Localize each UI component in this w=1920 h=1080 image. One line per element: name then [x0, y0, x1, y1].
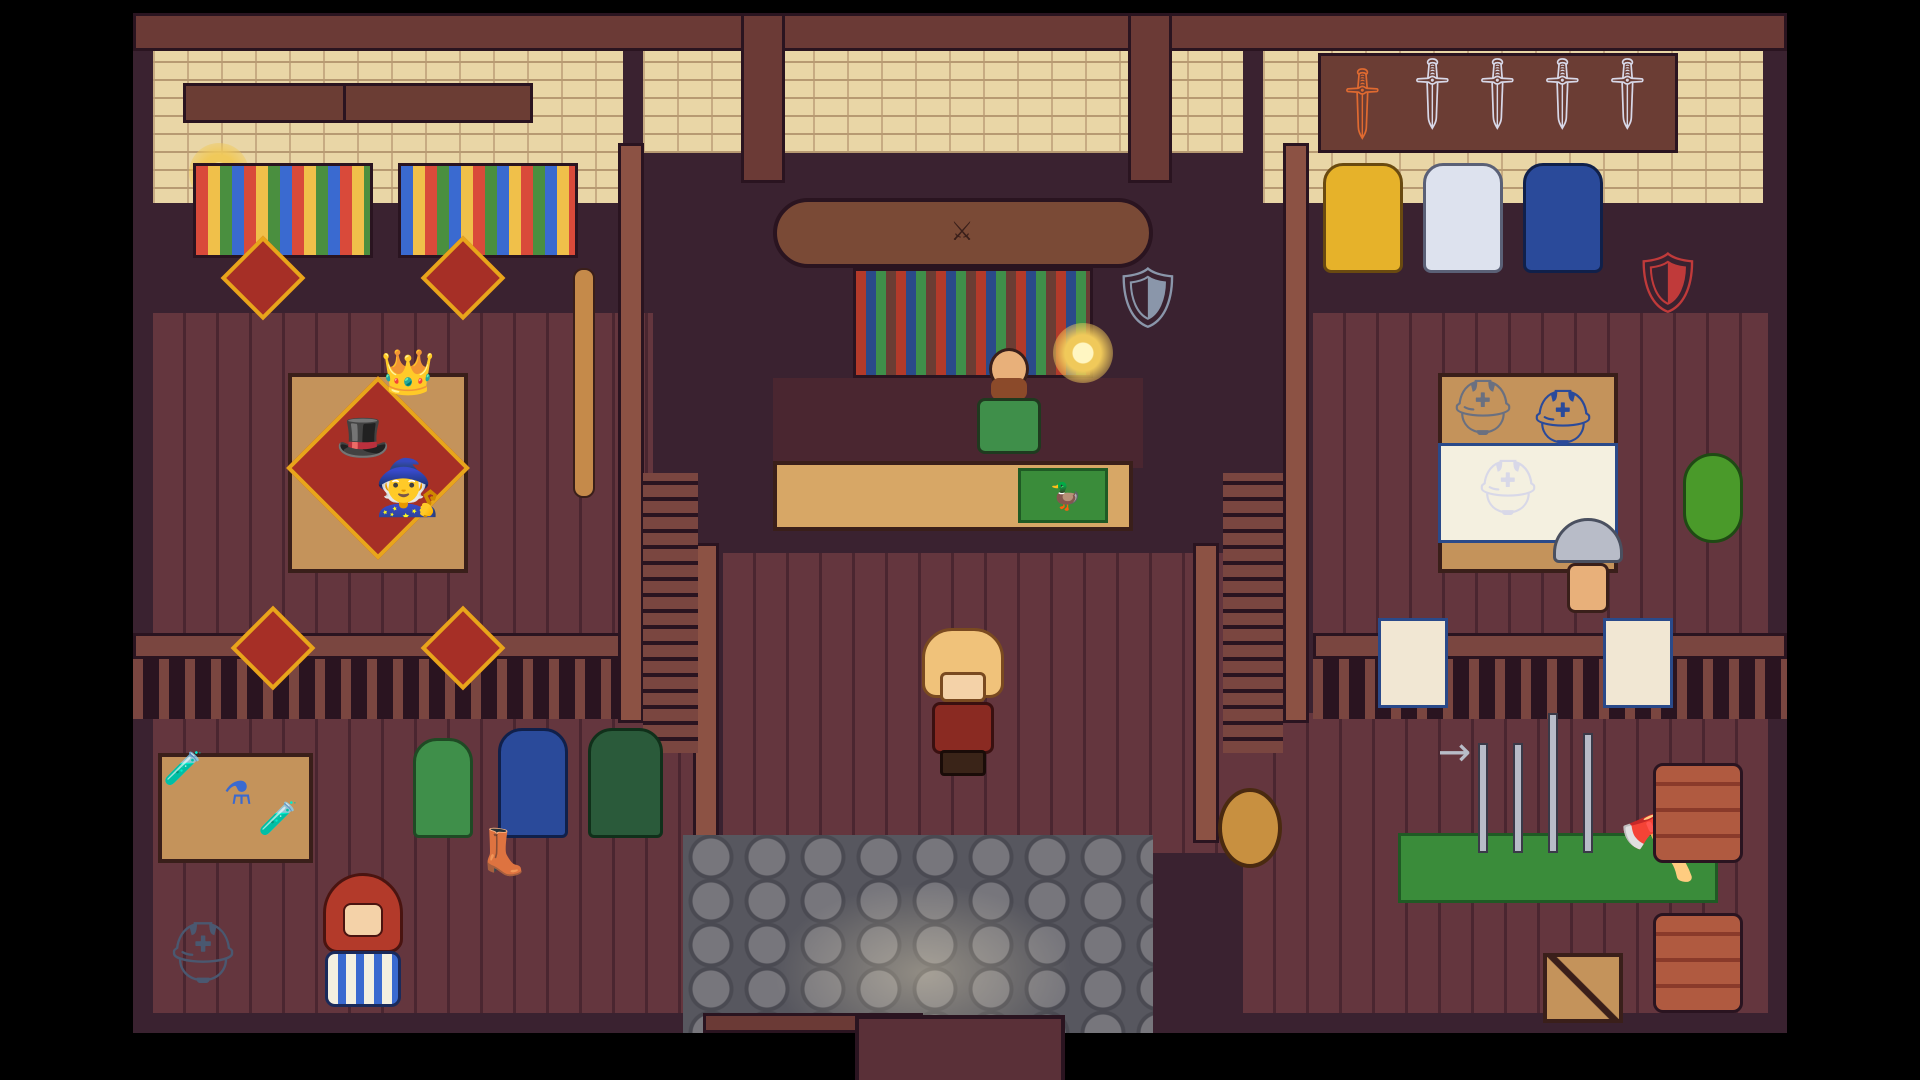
cloak-icon[interactable]	[413, 738, 473, 838]
barrel	[1653, 913, 1743, 1013]
helmet-icon[interactable]: ⛑	[1473, 453, 1543, 523]
potion-icon[interactable]: ⚗	[218, 773, 258, 813]
hooded-face	[343, 903, 383, 937]
kid-body	[1567, 563, 1609, 613]
shopkeeper-beard	[991, 378, 1027, 400]
kid-helmet	[1553, 518, 1623, 563]
player-legs	[940, 750, 986, 776]
stair-post-right-bottom	[1193, 543, 1219, 843]
top-beam	[133, 13, 1787, 51]
helmet-icon: ⛑	[164, 918, 242, 988]
hooded-npc[interactable]	[313, 873, 413, 1013]
hat-icon[interactable]: 👑	[378, 343, 438, 403]
sword-icon[interactable]	[1583, 733, 1593, 853]
lamp-icon	[1053, 323, 1113, 383]
shop-sign: ⚔	[773, 198, 1153, 268]
pillar-right	[1128, 13, 1172, 183]
armor-icon[interactable]	[1323, 163, 1403, 273]
round-shield[interactable]	[1218, 788, 1282, 868]
helmet-icon[interactable]: ⛑	[1528, 383, 1598, 453]
player-character[interactable]	[918, 628, 1008, 778]
helmet-icon[interactable]: ⛑	[1448, 373, 1518, 443]
pillar-left	[741, 13, 785, 183]
wooden-mannequin	[573, 268, 595, 498]
player-body	[932, 702, 994, 754]
crate-icon[interactable]	[1543, 953, 1623, 1023]
bottle-rack-right[interactable]	[398, 163, 578, 258]
armor-icon[interactable]	[1423, 163, 1503, 273]
boots-icon[interactable]: 👢	[473, 823, 533, 883]
stair-post-left-top	[618, 143, 644, 723]
sword-icon[interactable]	[1548, 713, 1558, 853]
potion-icon[interactable]: 🧪	[163, 748, 203, 788]
entrance-light	[773, 883, 1073, 1033]
shopkeeper-robe	[977, 398, 1041, 454]
sword-icon[interactable]	[1513, 743, 1523, 853]
bottle-rack-left[interactable]	[193, 163, 373, 258]
hooded-body	[325, 951, 401, 1007]
stairs-right	[1223, 473, 1283, 753]
sword-icon[interactable]	[1478, 743, 1488, 853]
stair-post-right-top	[1283, 143, 1309, 723]
doorway-step[interactable]	[855, 1015, 1065, 1080]
left-railing	[133, 633, 653, 659]
weapon-banner-right	[1603, 618, 1673, 708]
helmet-kid-npc[interactable]	[1553, 518, 1623, 618]
cloak-icon[interactable]	[498, 728, 568, 838]
shop-scene: ⚔ 🦆 🎩 🧙 👑 🗡 🗡 🗡 🗡 🗡 🛡 🛡 ⛑ ⛑ ⛑ 🧪 ⚗ 🧪 👢 ⛑ …	[133, 13, 1787, 1033]
potted-plant	[1683, 453, 1743, 543]
spear-icon[interactable]: ↑	[1430, 653, 1476, 853]
crossed-swords-sign-icon: ⚔	[950, 217, 974, 247]
shield-icon[interactable]: 🛡	[1630, 243, 1706, 323]
stairs-left	[643, 473, 698, 753]
duck-glyph: 🦆	[1049, 482, 1083, 512]
shield-icon[interactable]: 🛡	[1110, 258, 1186, 338]
potion-shelf-right	[343, 83, 533, 123]
counter-floor	[773, 378, 1143, 468]
left-railing-spindles	[133, 659, 653, 719]
shopkeeper-npc[interactable]	[963, 348, 1053, 458]
hat-icon[interactable]: 🧙	[373, 453, 443, 523]
cloak-icon[interactable]	[588, 728, 663, 838]
barrel	[1653, 763, 1743, 863]
potion-icon[interactable]: 🧪	[258, 798, 298, 838]
duck-mat-icon: 🦆	[1018, 468, 1108, 523]
armor-icon[interactable]	[1523, 163, 1603, 273]
player-face	[940, 672, 986, 702]
